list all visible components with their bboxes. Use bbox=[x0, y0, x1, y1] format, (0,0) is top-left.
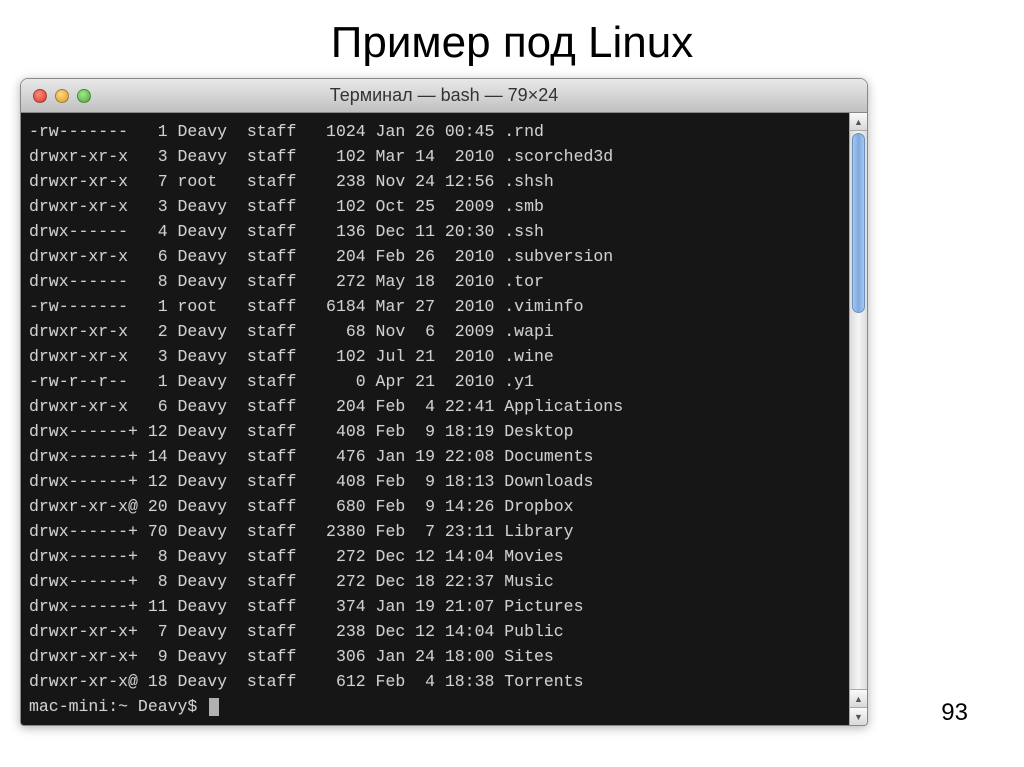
minimize-button[interactable] bbox=[55, 89, 69, 103]
traffic-lights bbox=[21, 89, 91, 103]
scrollbar-thumb[interactable] bbox=[852, 133, 865, 313]
terminal-output[interactable]: -rw------- 1 Deavy staff 1024 Jan 26 00:… bbox=[21, 113, 849, 725]
shell-prompt[interactable]: mac-mini:~ Deavy$ bbox=[29, 697, 207, 716]
page-number: 93 bbox=[941, 699, 968, 727]
scrollbar[interactable]: ▲ ▲ ▼ bbox=[849, 113, 867, 725]
zoom-button[interactable] bbox=[77, 89, 91, 103]
scroll-down-arrow-1[interactable]: ▲ bbox=[850, 689, 867, 707]
scroll-down-arrow-2[interactable]: ▼ bbox=[850, 707, 867, 725]
slide-title: Пример под Linux bbox=[0, 0, 1024, 78]
window-title: Терминал — bash — 79×24 bbox=[21, 85, 867, 106]
close-button[interactable] bbox=[33, 89, 47, 103]
scroll-up-arrow[interactable]: ▲ bbox=[850, 113, 867, 131]
window-titlebar[interactable]: Терминал — bash — 79×24 bbox=[21, 79, 867, 113]
cursor bbox=[209, 698, 219, 716]
terminal-window: Терминал — bash — 79×24 -rw------- 1 Dea… bbox=[20, 78, 868, 726]
